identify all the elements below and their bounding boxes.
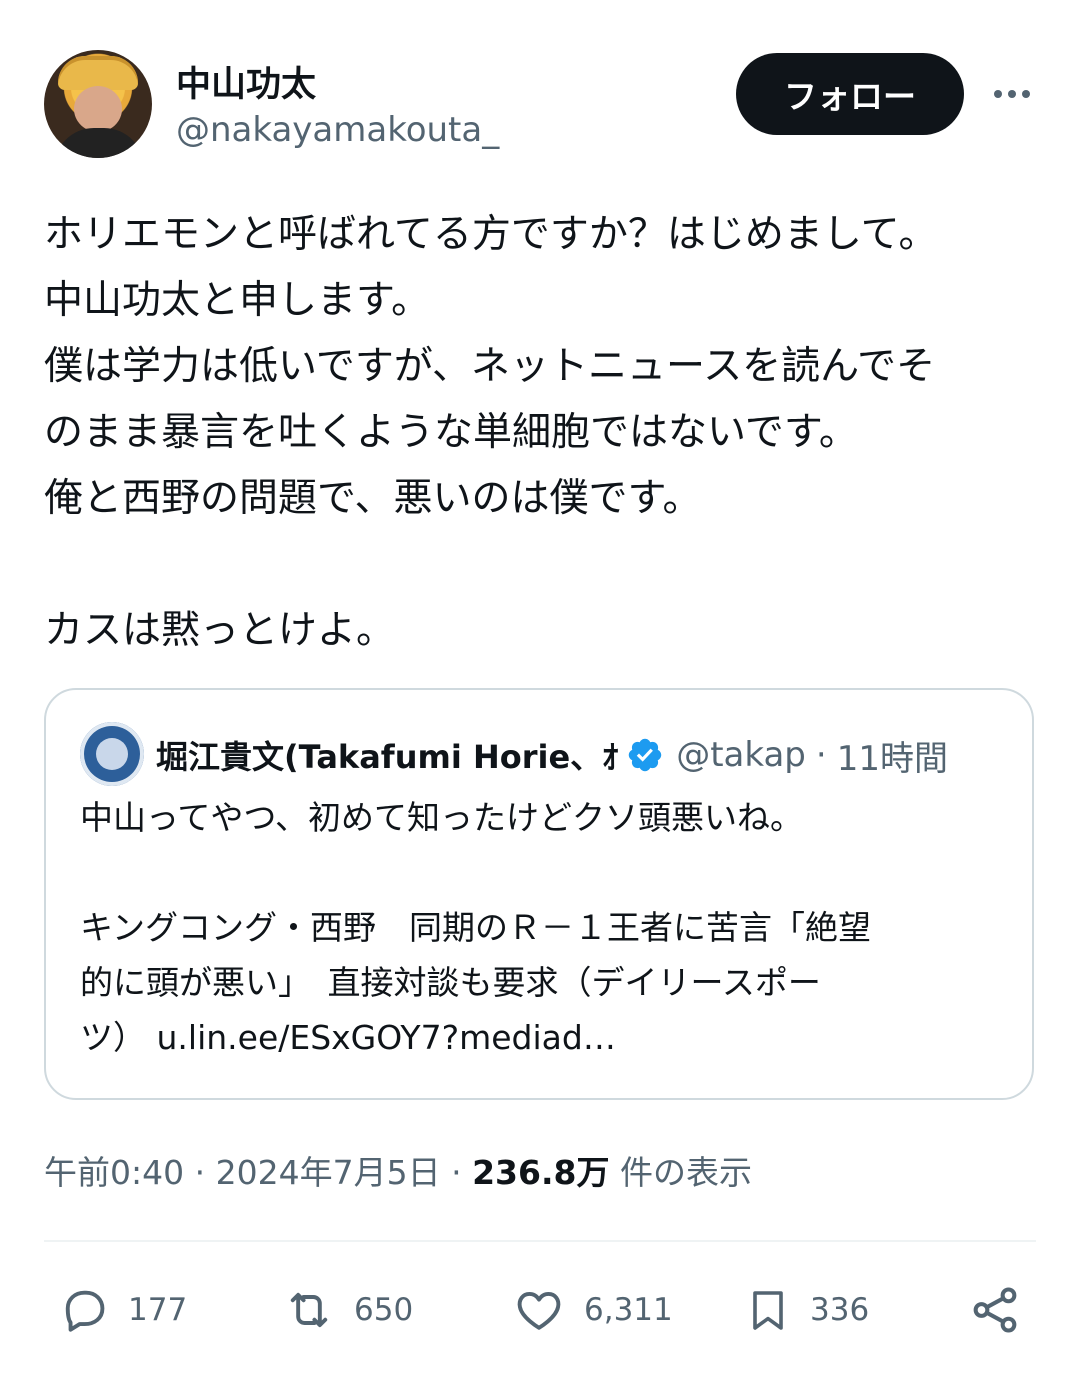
quoted-tweet-text: 中山ってやつ、初めて知ったけどクソ頭悪いね。 キングコング・西野 同期のＲ－１王… (80, 790, 1010, 1065)
verified-badge-icon (628, 738, 662, 772)
author-handle[interactable]: @nakayamakouta_ (176, 110, 499, 150)
author-avatar[interactable] (44, 50, 152, 158)
more-icon[interactable] (986, 72, 1038, 116)
tweet-detail: 中山功太 @nakayamakouta_ フォロー ホリエモンと呼ばれてる方です… (0, 0, 1080, 1389)
tweet-text: ホリエモンと呼ばれてる方ですか？はじめまして。 中山功太と申します。 僕は学力は… (44, 202, 1044, 664)
tweet-line: 僕は学力は低いですが、ネットニュースを読んでそ (44, 344, 936, 389)
views-label: 件の表示 (619, 1153, 752, 1192)
quoted-line: 中山ってやつ、初めて知ったけどクソ頭悪いね。 (80, 798, 804, 837)
retweet-button[interactable]: 650 (282, 1280, 413, 1340)
like-button[interactable]: 6,311 (512, 1280, 673, 1340)
tweet-line: 中山功太と申します。 (44, 278, 431, 323)
avatar-body (54, 128, 144, 158)
tweet-date[interactable]: 2024年7月5日 (216, 1153, 441, 1192)
tweet-time[interactable]: 午前0:40 (44, 1153, 184, 1192)
quoted-author-avatar[interactable] (80, 722, 144, 786)
avatar-hat (58, 56, 138, 90)
more-dot (1022, 90, 1030, 98)
share-icon (973, 1287, 1017, 1333)
avatar-face (74, 86, 122, 132)
bookmark-count: 336 (810, 1292, 870, 1328)
views-count: 236.8万 (472, 1153, 610, 1192)
quoted-tweet-time[interactable]: 11時間 (837, 732, 948, 779)
like-count: 6,311 (584, 1292, 673, 1328)
quoted-line: ツ） u.lin.ee/ESxGOY7?mediad… (80, 1018, 616, 1057)
retweet-count: 650 (354, 1292, 414, 1328)
quoted-tweet-card[interactable]: 堀江貴文(Takafumi Horie、ｵ @takap · 11時間 中山って… (44, 688, 1034, 1100)
bookmark-icon (753, 1291, 783, 1330)
separator-dot: · (451, 1153, 462, 1192)
more-dot (1008, 90, 1016, 98)
more-dot (994, 90, 1002, 98)
quoted-tweet-header: 堀江貴文(Takafumi Horie、ｵ @takap · 11時間 (156, 732, 1016, 778)
follow-button[interactable]: フォロー (736, 53, 964, 135)
tweet-line (44, 532, 1044, 598)
action-bar: 177 650 6,311 336 (0, 1270, 1080, 1350)
quoted-line (80, 845, 1010, 900)
reply-button[interactable]: 177 (58, 1280, 187, 1340)
tweet-line: カスは黙っとけよ。 (44, 608, 396, 653)
tweet-meta: 午前0:40 · 2024年7月5日 · 236.8万 件の表示 (44, 1146, 752, 1194)
bookmark-button[interactable]: 336 (744, 1280, 869, 1340)
tweet-line: ホリエモンと呼ばれてる方ですか？はじめまして。 (44, 212, 938, 257)
reply-icon (65, 1290, 105, 1332)
reply-count: 177 (128, 1292, 188, 1328)
share-button[interactable] (968, 1280, 1022, 1340)
quoted-author-handle[interactable]: @takap (676, 735, 806, 775)
retweet-icon (290, 1292, 328, 1328)
quoted-author-name[interactable]: 堀江貴文(Takafumi Horie、ｵ (156, 732, 618, 778)
quoted-line: 的に頭が悪い」 直接対談も要求（デイリースポー (80, 963, 821, 1002)
heart-icon (517, 1292, 561, 1330)
divider (44, 1240, 1036, 1242)
tweet-line: のまま暴言を吐くような単細胞ではないです。 (44, 410, 858, 455)
separator-dot: · (815, 735, 827, 775)
separator-dot: · (194, 1153, 206, 1192)
quoted-line: キングコング・西野 同期のＲ－１王者に苦言「絶望 (80, 908, 872, 947)
tweet-line: 俺と西野の問題で、悪いのは僕です。 (44, 476, 702, 521)
author-display-name[interactable]: 中山功太 (176, 56, 316, 107)
